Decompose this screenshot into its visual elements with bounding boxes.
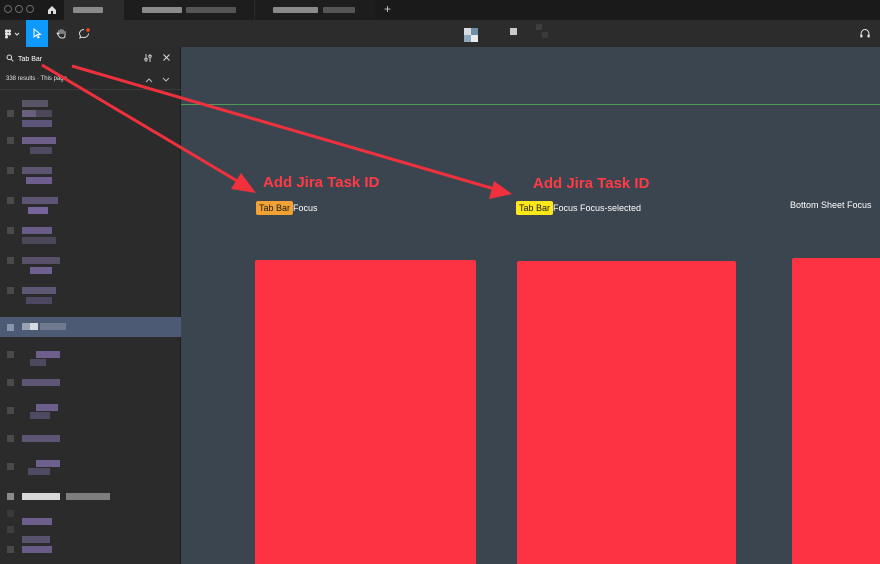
hand-tool-button[interactable] [50,20,72,47]
chevron-down-icon[interactable] [162,77,170,83]
file-tab[interactable] [123,0,254,20]
audio-button[interactable] [854,20,876,47]
list-item[interactable] [0,370,181,398]
search-highlight: Tab Bar [256,201,294,215]
list-item[interactable] [0,188,181,216]
move-tool-button[interactable] [26,20,48,47]
frame-label-text: Bottom Sheet Focus [790,200,872,210]
new-tab-button[interactable]: + [384,2,391,16]
toolbar [0,20,880,47]
tab-strip: + [0,0,880,21]
results-summary-row: 338 results · This page [0,73,181,90]
results-count: 338 results · This page [6,76,67,82]
frame-tab-bar-focus-selected[interactable] [517,261,736,564]
filter-settings-icon[interactable] [143,53,153,63]
list-item[interactable] [0,454,181,482]
frame-tab-bar-focus[interactable] [255,260,476,564]
search-input[interactable] [18,52,128,66]
frame-label-suffix: Focus [293,203,318,213]
window-close-dot[interactable] [4,5,12,13]
file-thumbnail[interactable] [464,24,554,44]
cursor-icon [33,28,42,39]
search-results-list [0,92,181,564]
blurred-tab-title [186,7,236,13]
list-item[interactable] [0,398,181,426]
list-item-selected[interactable] [0,317,181,337]
list-item[interactable] [0,158,181,186]
home-tab[interactable] [40,0,64,20]
list-item[interactable] [0,218,181,246]
hand-icon [56,29,65,39]
list-item[interactable] [0,128,181,156]
list-item[interactable] [0,248,181,276]
list-item[interactable] [0,98,181,127]
layers-search-panel: 338 results · This page [0,47,181,564]
search-icon [6,54,14,62]
frame-label[interactable]: Tab Bar Focus [256,201,318,215]
layout-guide-line [181,104,880,105]
frame-label[interactable]: Bottom Sheet Focus [790,200,872,210]
search-row [0,47,181,71]
frame-label-suffix: Focus Focus-selected [553,203,642,213]
blurred-tab-title [323,7,355,13]
comment-icon [79,28,90,39]
list-item[interactable] [0,532,181,560]
comment-tool-button[interactable] [73,20,95,47]
design-canvas[interactable]: Add Jira Task ID Add Jira Task ID Tab Ba… [181,47,880,564]
list-item[interactable] [0,506,181,534]
frame-bottom-sheet-focus[interactable] [792,258,880,564]
chevron-up-icon[interactable] [145,77,153,83]
file-tab[interactable] [254,0,375,20]
headphones-icon [860,28,870,38]
search-highlight-current: Tab Bar [516,201,554,215]
list-item[interactable] [0,426,181,454]
list-item[interactable] [0,278,181,306]
file-tab-active[interactable] [64,0,123,20]
blurred-tab-title [73,7,103,13]
frame-label[interactable]: Tab Bar Focus Focus-selected [516,201,641,215]
window-zoom-dot[interactable] [26,5,34,13]
figma-menu-icon [5,29,20,38]
annotation-text: Add Jira Task ID [263,174,380,191]
blurred-tab-title [142,7,182,13]
main-menu-button[interactable] [0,20,24,47]
home-icon [48,6,56,14]
close-icon[interactable] [162,53,171,62]
list-item[interactable] [0,342,181,370]
annotation-text: Add Jira Task ID [533,175,650,192]
window-minimize-dot[interactable] [15,5,23,13]
blurred-tab-title [273,7,318,13]
